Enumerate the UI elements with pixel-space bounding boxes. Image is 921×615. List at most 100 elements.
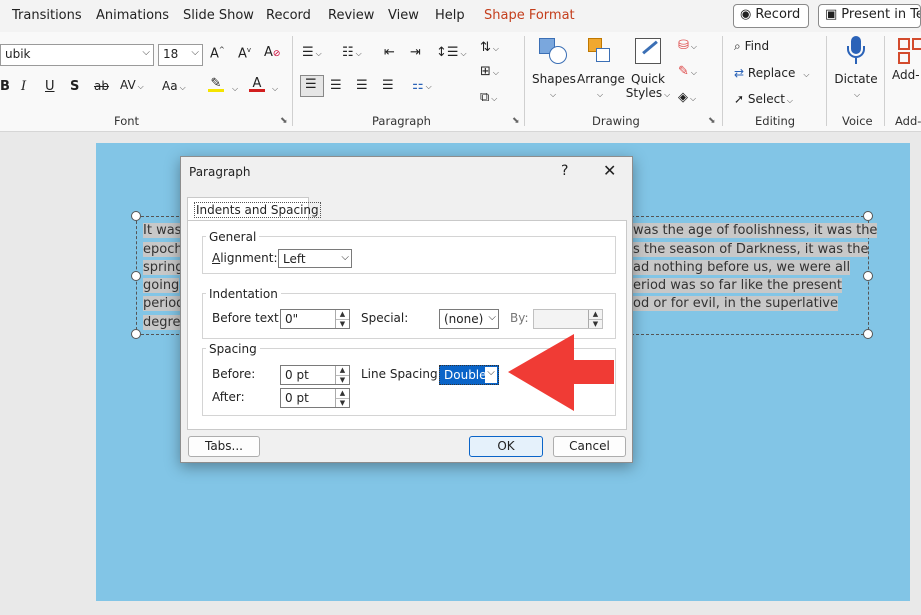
spin-down-icon[interactable]: ▼ [589,319,602,328]
convert-smartart-icon[interactable]: ⧉ ⌵ [480,90,497,105]
spinner[interactable]: ▲ ▼ [588,310,602,328]
spin-up-icon[interactable]: ▲ [336,310,349,319]
bold-icon[interactable]: B [0,79,10,94]
shape-outline-icon[interactable]: ✎ ⌵ [678,64,697,79]
text-line: It was [143,223,182,238]
help-icon[interactable]: ? [561,163,568,179]
strikethrough-icon[interactable]: ab [94,79,109,93]
alignment-select[interactable]: Left ⌵ [278,249,352,268]
font-color-icon[interactable]: A [249,76,265,92]
spin-down-icon[interactable]: ▼ [336,375,349,384]
dialog-launcher-icon[interactable]: ⬊ [512,116,520,126]
align-text-icon[interactable]: ⊞ ⌵ [480,64,499,79]
tab-transitions[interactable]: Transitions [12,8,82,23]
line-spacing-select[interactable]: Double ⌵ [439,365,499,385]
present-in-teams-button[interactable]: ▣Present in Tea [818,4,921,28]
find-label: Find [744,39,770,53]
dialog-launcher-icon[interactable]: ⬊ [280,116,288,126]
close-icon[interactable]: ✕ [603,161,616,180]
add-ins-button[interactable]: Add- [892,34,921,82]
tab-record[interactable]: Record [266,8,311,23]
tab-shape-format[interactable]: Shape Format [484,8,575,23]
drawing-group-label: Drawing [592,114,640,128]
tabs-button[interactable]: Tabs... [188,436,260,457]
dialog-launcher-icon[interactable]: ⬊ [708,116,716,126]
bullets-icon[interactable]: ☰ ⌵ [302,45,322,60]
chevron-down-icon: ⌵ [142,47,150,58]
quick-styles-button[interactable]: Quick Styles ⌵ [625,34,671,100]
align-right-icon[interactable]: ☰ [356,78,368,93]
tab-help[interactable]: Help [435,8,465,23]
add-ins-group-label: Add- [895,114,921,128]
group-separator [722,36,723,126]
decrease-font-size-icon[interactable]: Av [238,46,251,61]
numbering-icon[interactable]: ☷ ⌵ [342,45,362,60]
tab-slide-show[interactable]: Slide Show [183,8,254,23]
align-left-button[interactable]: ☰ [300,75,324,97]
change-case-icon[interactable]: Aa ⌵ [162,79,186,93]
paragraph-group-label: Paragraph [372,114,431,128]
decrease-indent-icon[interactable]: ⇤ [384,45,395,60]
tab-indents-and-spacing[interactable]: Indents and Spacing [187,197,321,221]
shape-effects-icon[interactable]: ◈ ⌵ [678,90,696,105]
spin-down-icon[interactable]: ▼ [336,398,349,407]
shape-fill-icon[interactable]: ⛁ ⌵ [678,38,697,53]
clear-formatting-icon[interactable]: A⊘ [264,45,280,60]
replace-button[interactable]: ⇄ Replace ⌵ [734,66,809,80]
chevron-down-icon[interactable]: ⌵ [270,80,278,95]
arrange-button[interactable]: Arrange ⌵ [577,34,625,100]
tab-label: Indents and Spacing [194,202,321,218]
shadow-icon[interactable]: S [70,79,79,94]
spin-down-icon[interactable]: ▼ [336,319,349,328]
line-spacing-icon[interactable]: ↕☰ ⌵ [436,45,467,60]
spin-up-icon[interactable]: ▲ [336,366,349,375]
highlight-color-icon[interactable]: ✎ [208,76,224,92]
chevron-down-icon[interactable]: ⌵ [230,80,238,95]
underline-icon[interactable]: U [45,79,55,94]
find-button[interactable]: ⌕ Find [734,39,769,54]
select-button[interactable]: ➚ Select ⌵ [734,92,793,106]
justify-icon[interactable]: ☰ [382,78,394,93]
replace-icon: ⇄ [734,66,745,80]
resize-handle[interactable] [131,271,141,281]
align-left-icon: ☰ [305,77,317,92]
font-name-combo[interactable]: ubik ⌵ [0,44,154,66]
group-separator [884,36,885,126]
resize-handle[interactable] [863,271,873,281]
align-center-icon[interactable]: ☰ [330,78,342,93]
text-direction-icon[interactable]: ⇅ ⌵ [480,40,499,55]
resize-handle[interactable] [131,329,141,339]
spin-up-icon[interactable]: ▲ [336,389,349,398]
arrange-icon [582,34,616,68]
columns-icon[interactable]: ⚏ ⌵ [412,78,432,93]
spacing-after-input[interactable]: 0 pt ▲ ▼ [280,388,350,408]
before-text-input[interactable]: 0" ▲ ▼ [280,309,350,329]
by-input[interactable]: ▲ ▼ [533,309,603,329]
resize-handle[interactable] [863,211,873,221]
special-select[interactable]: (none) ⌵ [439,309,499,329]
cancel-button[interactable]: Cancel [553,436,626,457]
increase-font-size-icon[interactable]: A^ [210,46,225,61]
tab-view[interactable]: View [388,8,419,23]
spin-up-icon[interactable]: ▲ [589,310,602,319]
resize-handle[interactable] [131,211,141,221]
spinner[interactable]: ▲ ▼ [335,366,349,384]
increase-indent-icon[interactable]: ⇥ [410,45,421,60]
resize-handle[interactable] [863,329,873,339]
chevron-down-icon: ⌵ [485,367,497,383]
spinner[interactable]: ▲ ▼ [335,310,349,328]
ok-button[interactable]: OK [469,436,543,457]
shapes-button[interactable]: Shapes ⌵ [532,34,576,100]
character-spacing-icon[interactable]: AV ⌵ [120,78,144,92]
font-size-combo[interactable]: 18 ⌵ [158,44,203,66]
record-icon: ◉ [740,7,752,22]
spinner[interactable]: ▲ ▼ [335,389,349,407]
text-line: spring [143,260,184,275]
tab-review[interactable]: Review [328,8,374,23]
spacing-before-input[interactable]: 0 pt ▲ ▼ [280,365,350,385]
tab-animations[interactable]: Animations [96,8,169,23]
dictate-button[interactable]: Dictate ⌵ [834,34,878,100]
text-line: eriod was so far like the present [633,278,842,293]
record-button[interactable]: ◉ Record [733,4,809,28]
italic-icon[interactable]: I [21,79,26,94]
